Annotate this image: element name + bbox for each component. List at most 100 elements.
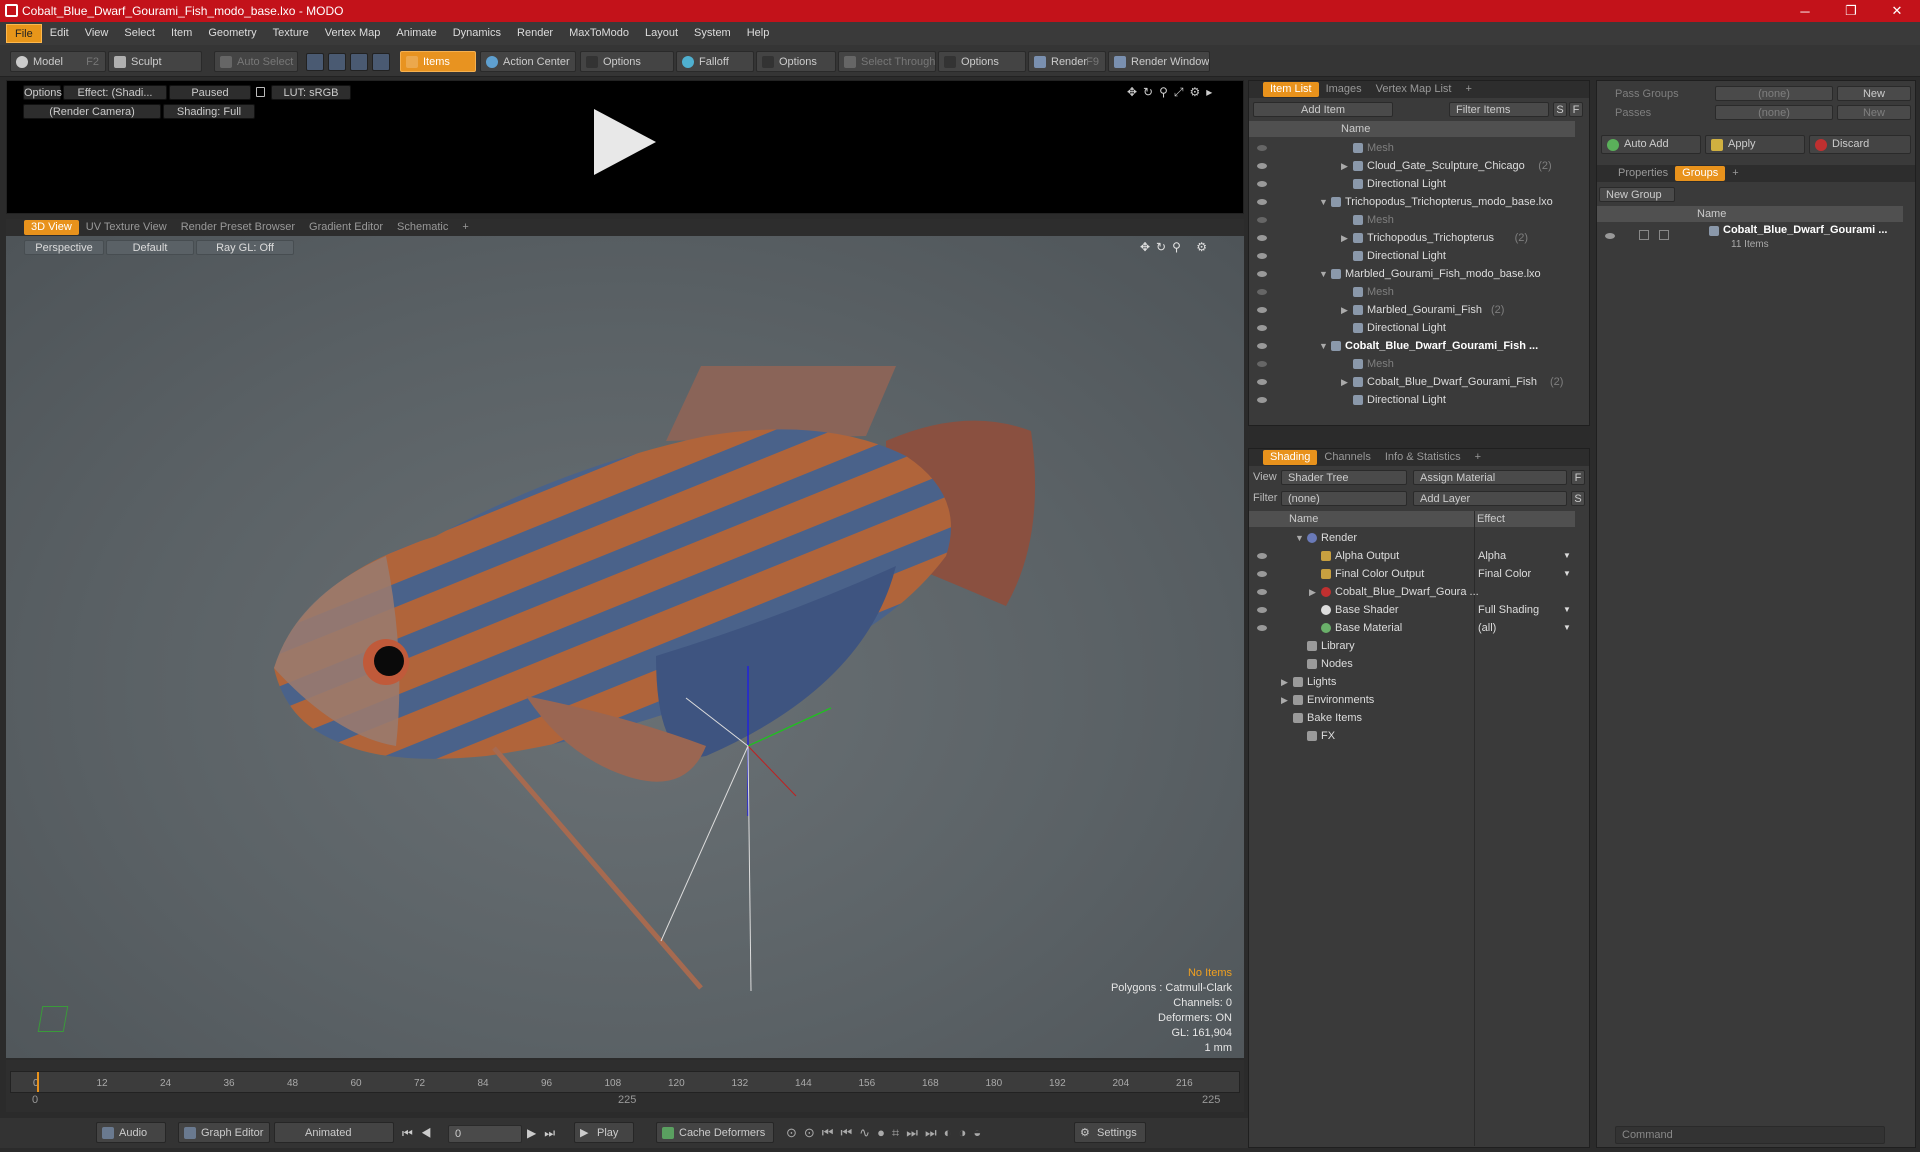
- preview-nav-icons[interactable]: ✥↻⚲⤢⚙▸: [1127, 85, 1218, 100]
- collapse-arrow-icon[interactable]: ▼: [1319, 193, 1328, 211]
- tab-images[interactable]: Images: [1319, 82, 1369, 97]
- animated-dropdown[interactable]: Animated: [274, 1122, 394, 1143]
- timeline[interactable]: 0 12 24 36 48 60 72 84 96 108 120 132 144 156 168 180 19…: [6, 1060, 1244, 1112]
- audio-button[interactable]: Audio: [96, 1122, 166, 1143]
- passes-dropdown[interactable]: (none): [1715, 105, 1833, 120]
- tab-shading[interactable]: Shading: [1263, 450, 1318, 465]
- render-button[interactable]: Render F9: [1028, 51, 1106, 72]
- shader-effect-dropdown[interactable]: Final Color: [1478, 565, 1531, 583]
- tab-uv-texture-view[interactable]: UV Texture View: [79, 220, 174, 235]
- maximize-button[interactable]: ❐: [1828, 0, 1874, 22]
- visibility-eye-icon[interactable]: [1257, 289, 1267, 295]
- step-forward-icons[interactable]: ▶⏭: [527, 1126, 563, 1141]
- shader-row[interactable]: Bake Items: [1249, 709, 1575, 727]
- shading-dropdown[interactable]: Shading: Full: [163, 104, 255, 119]
- tab-vertex-map-list[interactable]: Vertex Map List: [1369, 82, 1459, 97]
- group-visibility-icon[interactable]: [1605, 233, 1615, 239]
- menu-vertex-map[interactable]: Vertex Map: [317, 24, 389, 43]
- item-list-row[interactable]: ▶ Trichopodus_Trichopterus (2): [1249, 229, 1575, 247]
- vertices-mode-icon[interactable]: [306, 53, 324, 71]
- visibility-eye-icon[interactable]: [1257, 325, 1267, 331]
- shader-row[interactable]: FX: [1249, 727, 1575, 745]
- tab-schematic[interactable]: Schematic: [390, 220, 455, 235]
- visibility-eye-icon[interactable]: [1257, 253, 1267, 259]
- tab-channels[interactable]: Channels: [1317, 450, 1377, 465]
- collapse-arrow-icon[interactable]: ▼: [1319, 337, 1328, 355]
- group-item-name[interactable]: Cobalt_Blue_Dwarf_Gourami ...: [1723, 224, 1887, 236]
- tab-[interactable]: +: [1468, 450, 1488, 465]
- visibility-eye-icon[interactable]: [1257, 607, 1267, 613]
- shader-row[interactable]: Nodes: [1249, 655, 1575, 673]
- pass-groups-dropdown[interactable]: (none): [1715, 86, 1833, 101]
- visibility-eye-icon[interactable]: [1257, 145, 1267, 151]
- shader-row[interactable]: Final Color Output Final Color ▼: [1249, 565, 1575, 583]
- materials-mode-icon[interactable]: [372, 53, 390, 71]
- timeline-cursor[interactable]: [37, 1072, 39, 1092]
- menu-select[interactable]: Select: [116, 24, 163, 43]
- visibility-eye-icon[interactable]: [1257, 181, 1267, 187]
- expand-arrow-icon[interactable]: ▶: [1341, 229, 1348, 247]
- shader-effect-dropdown[interactable]: Full Shading: [1478, 601, 1539, 619]
- menu-view[interactable]: View: [77, 24, 117, 43]
- view-dropdown[interactable]: Shader Tree: [1281, 470, 1407, 485]
- visibility-eye-icon[interactable]: [1257, 199, 1267, 205]
- frame-input[interactable]: 0: [448, 1125, 522, 1143]
- play-button[interactable]: ▶ Play: [574, 1122, 634, 1143]
- falloff-button[interactable]: Falloff: [676, 51, 754, 72]
- visibility-eye-icon[interactable]: [1257, 589, 1267, 595]
- visibility-eye-icon[interactable]: [1257, 235, 1267, 241]
- tab-gradient-editor[interactable]: Gradient Editor: [302, 220, 390, 235]
- shading-f-button[interactable]: F: [1571, 470, 1585, 485]
- expand-arrow-icon[interactable]: ▶: [1309, 583, 1316, 601]
- tab-render-preset-browser[interactable]: Render Preset Browser: [174, 220, 302, 235]
- new-pass-group-button[interactable]: New: [1837, 86, 1911, 101]
- menu-item[interactable]: Item: [163, 24, 200, 43]
- menu-file[interactable]: File: [6, 24, 42, 43]
- item-list-row[interactable]: Directional Light: [1249, 175, 1575, 193]
- shader-row[interactable]: ▶ Cobalt_Blue_Dwarf_Goura ...: [1249, 583, 1575, 601]
- item-list-row[interactable]: ▶ Cloud_Gate_Sculpture_Chicago (2): [1249, 157, 1575, 175]
- play-preview-icon[interactable]: [594, 109, 656, 175]
- group-lock-checkbox[interactable]: [1639, 230, 1649, 240]
- menu-geometry[interactable]: Geometry: [200, 24, 264, 43]
- shader-effect-dropdown[interactable]: Alpha: [1478, 547, 1506, 565]
- edges-mode-icon[interactable]: [328, 53, 346, 71]
- dropdown-arrow-icon[interactable]: ▼: [1563, 565, 1571, 583]
- visibility-eye-icon[interactable]: [1257, 343, 1267, 349]
- item-list-row[interactable]: Mesh: [1249, 283, 1575, 301]
- tab-[interactable]: +: [1725, 166, 1745, 181]
- visibility-eye-icon[interactable]: [1257, 307, 1267, 313]
- new-pass-button[interactable]: New: [1837, 105, 1911, 120]
- auto-add-button[interactable]: Auto Add: [1601, 135, 1701, 154]
- filter-dropdown[interactable]: (none): [1281, 491, 1407, 506]
- close-button[interactable]: ✕: [1874, 0, 1920, 22]
- menu-render[interactable]: Render: [509, 24, 561, 43]
- shader-row[interactable]: Alpha Output Alpha ▼: [1249, 547, 1575, 565]
- items-mode-button[interactable]: Items: [400, 51, 476, 72]
- shader-row[interactable]: Library: [1249, 637, 1575, 655]
- polygons-mode-icon[interactable]: [350, 53, 368, 71]
- visibility-eye-icon[interactable]: [1257, 379, 1267, 385]
- menu-texture[interactable]: Texture: [265, 24, 317, 43]
- item-list-row[interactable]: Mesh: [1249, 211, 1575, 229]
- sculpt-mode-button[interactable]: Sculpt: [108, 51, 202, 72]
- visibility-eye-icon[interactable]: [1257, 397, 1267, 403]
- item-list-row[interactable]: ▶ Cobalt_Blue_Dwarf_Gourami_Fish (2): [1249, 373, 1575, 391]
- visibility-eye-icon[interactable]: [1257, 553, 1267, 559]
- graph-editor-button[interactable]: Graph Editor: [178, 1122, 270, 1143]
- item-list-row[interactable]: ▼ Cobalt_Blue_Dwarf_Gourami_Fish ...: [1249, 337, 1575, 355]
- expand-arrow-icon[interactable]: ▶: [1281, 673, 1288, 691]
- falloff-options-button[interactable]: Options: [756, 51, 836, 72]
- visibility-eye-icon[interactable]: [1257, 625, 1267, 631]
- expand-arrow-icon[interactable]: ▶: [1341, 301, 1348, 319]
- menu-system[interactable]: System: [686, 24, 739, 43]
- step-back-icons[interactable]: ⏮◀: [402, 1126, 440, 1141]
- new-group-button[interactable]: New Group: [1599, 187, 1675, 202]
- visibility-eye-icon[interactable]: [1257, 571, 1267, 577]
- tab-[interactable]: +: [1458, 82, 1478, 97]
- shader-row[interactable]: Base Material (all) ▼: [1249, 619, 1575, 637]
- shader-row[interactable]: ▶ Lights: [1249, 673, 1575, 691]
- visibility-eye-icon[interactable]: [1257, 217, 1267, 223]
- action-center-options-button[interactable]: Options: [580, 51, 674, 72]
- item-list-row[interactable]: Directional Light: [1249, 391, 1575, 409]
